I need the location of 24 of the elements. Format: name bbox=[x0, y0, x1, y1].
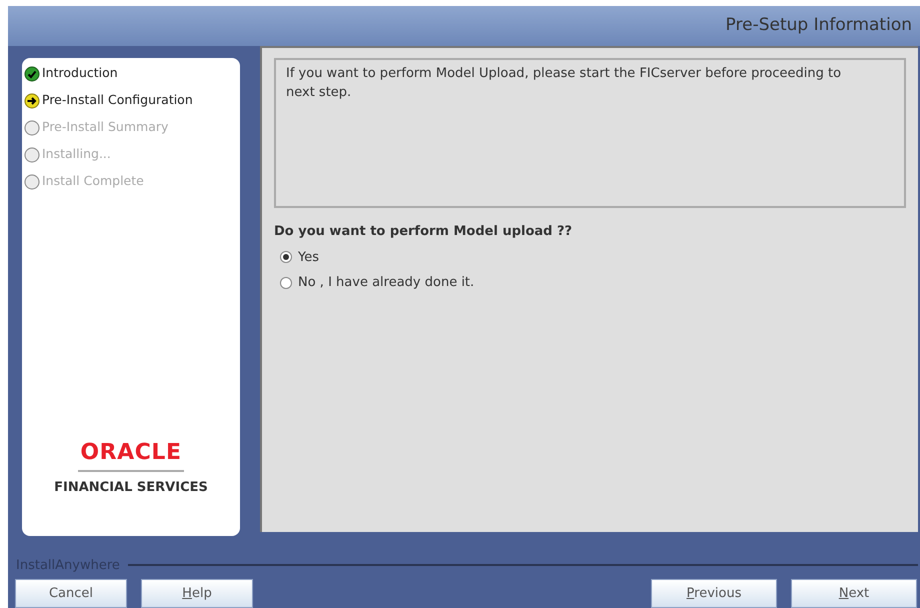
circle-icon bbox=[24, 146, 40, 162]
logo-brand: ORACLE bbox=[78, 442, 184, 472]
question-label: Do you want to perform Model upload ?? bbox=[274, 223, 574, 241]
step-label: Pre-Install Summary bbox=[42, 118, 168, 136]
message-text: If you want to perform Model Upload, please start the FICserver before proceeding to next step. bbox=[286, 65, 842, 102]
circle-icon bbox=[24, 120, 40, 136]
window-title: Pre-Setup Information bbox=[726, 14, 912, 38]
radio-option[interactable]: No , I have already done it. bbox=[280, 273, 906, 292]
footer-button[interactable]: Cancel bbox=[15, 579, 127, 608]
radio-option[interactable]: Yes bbox=[280, 248, 906, 267]
radio-button[interactable] bbox=[280, 276, 292, 289]
radio-label: Yes bbox=[298, 248, 319, 266]
logo-tagline: FINANCIAL SERVICES bbox=[54, 479, 208, 497]
radio-button[interactable] bbox=[280, 251, 292, 264]
step-label: Install Complete bbox=[42, 172, 144, 190]
circle-icon bbox=[24, 174, 40, 190]
step-label: Installing... bbox=[42, 145, 111, 164]
step-label: Pre-Install Configuration bbox=[42, 91, 193, 110]
footer-button[interactable]: Next bbox=[791, 579, 917, 608]
footer-button[interactable]: Previous bbox=[651, 579, 777, 608]
footer-button[interactable]: Help bbox=[141, 579, 253, 608]
step-label: Introduction bbox=[42, 64, 118, 82]
radio-label: No , I have already done it. bbox=[298, 274, 474, 292]
check-icon bbox=[24, 66, 40, 82]
